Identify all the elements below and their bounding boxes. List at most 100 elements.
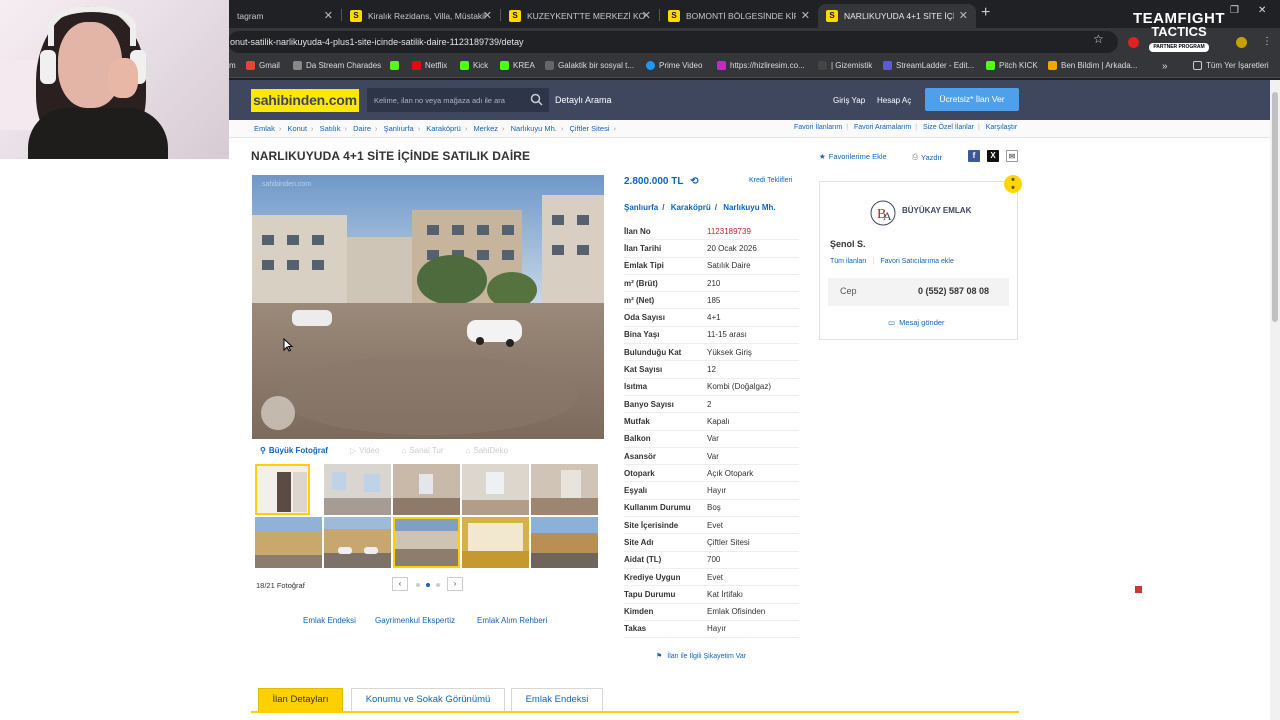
netflix-icon (412, 61, 421, 70)
tab-listing-details[interactable]: İlan Detayları (258, 688, 343, 712)
breadcrumb-item[interactable]: Daire (353, 124, 371, 133)
site-logo[interactable]: sahibinden.com (251, 89, 359, 112)
send-message-button[interactable]: ▭ Mesaj gönder (888, 318, 945, 327)
bookmark-item[interactable]: Da Stream Charades (293, 61, 381, 70)
thumbnail[interactable] (462, 464, 529, 515)
bookmark-item[interactable]: Kick (460, 61, 488, 70)
all-listings-link[interactable]: Tüm ilanları (830, 258, 867, 265)
thumbnail-selected[interactable] (393, 517, 460, 568)
bookmark-item[interactable]: Prime Video (646, 61, 702, 70)
page-scrollbar[interactable] (1270, 80, 1280, 720)
email-share-icon[interactable]: ✉ (1006, 150, 1018, 162)
thumbnail[interactable] (393, 464, 460, 515)
close-icon[interactable]: ✕ (324, 9, 333, 22)
report-listing-link[interactable]: ⚑ İlan ile İlgili Şikayetim Var (656, 652, 746, 660)
browser-tab[interactable]: S Kiralık Rezidans, Villa, Müstakil ✕ (342, 4, 500, 28)
add-favorite-button[interactable]: ★ Favorilerime Ekle (819, 152, 887, 161)
browser-tab-active[interactable]: S NARLIKUYUDA 4+1 SİTE İÇİNDE ✕ (818, 4, 976, 28)
bookmark-item[interactable]: StreamLadder - Edit... (883, 61, 974, 70)
login-link[interactable]: Giriş Yap (833, 96, 865, 105)
detail-value: Var (707, 434, 719, 444)
tab-real-estate-index[interactable]: Emlak Endeksi (511, 688, 603, 712)
location-city[interactable]: Şanlıurfa (624, 203, 658, 212)
bookmark-star-icon[interactable]: ☆ (1093, 32, 1104, 46)
main-photo[interactable]: sahibinden.com (252, 175, 604, 439)
pager-dot-active[interactable] (426, 583, 430, 587)
thumbnail[interactable] (324, 464, 391, 515)
favorite-seller-link[interactable]: Favori Satıcılarıma ekle (880, 258, 954, 265)
prev-photo-button[interactable]: ‹ (392, 577, 408, 591)
more-bookmarks-button[interactable]: » (1162, 61, 1168, 72)
bookmark-item[interactable]: KREA (500, 61, 535, 70)
breadcrumb-item[interactable]: Şanlıurfa (384, 124, 414, 133)
seller-logo-icon[interactable]: BA (870, 200, 896, 226)
close-icon[interactable]: ✕ (801, 9, 810, 22)
thumbnail[interactable] (462, 517, 529, 568)
seller-company-name[interactable]: BÜYÜKAY EMLAK (902, 206, 971, 215)
favorite-searches-link[interactable]: Favori Aramalarım (854, 124, 911, 131)
search-input[interactable] (367, 88, 517, 112)
browser-tab[interactable]: S KUZEYKENT'TE MERKEZİ KONUT ✕ (501, 4, 659, 28)
detailed-search-link[interactable]: Detaylı Arama (555, 95, 612, 105)
close-icon[interactable]: ✕ (642, 9, 651, 22)
breadcrumb-item[interactable]: Merkez (473, 124, 498, 133)
x-share-icon[interactable]: X (987, 150, 999, 162)
next-photo-button[interactable]: › (447, 577, 463, 591)
large-photo-button[interactable]: ⚲ Büyük Fotoğraf (260, 446, 328, 455)
compare-link[interactable]: Karşılaştır (986, 124, 1018, 131)
url-field[interactable]: onut-satilik-narlikuyuda-4-plus1-site-ic… (228, 31, 1118, 53)
bookmark-item[interactable]: Netflix (412, 61, 447, 70)
favorite-listings-link[interactable]: Favori İlanlarım (794, 124, 842, 131)
breadcrumb-item[interactable]: Çiftler Sitesi (569, 124, 609, 133)
bookmark-item[interactable]: | Gizemistik (818, 61, 872, 70)
tour-icon: ⌂ (401, 445, 407, 455)
scrollbar-thumb[interactable] (1272, 92, 1278, 322)
pager-dot[interactable] (436, 583, 440, 587)
signup-link[interactable]: Hesap Aç (877, 96, 911, 105)
breadcrumb-item[interactable]: Narlıkuyu Mh. (511, 124, 557, 133)
buying-guide-link[interactable]: Emlak Alım Rehberi (477, 616, 547, 625)
browser-tab[interactable]: tagram ✕ (229, 4, 341, 28)
search-icon[interactable] (530, 93, 543, 106)
appraisal-link[interactable]: Gayrimenkul Ekspertiz (375, 616, 455, 625)
all-bookmarks-button[interactable]: Tüm Yer İşaretleri (1193, 61, 1269, 70)
thumbnail[interactable] (531, 517, 598, 568)
close-window-icon[interactable]: ✕ (1258, 5, 1266, 16)
location-district[interactable]: Karaköprü (671, 203, 711, 212)
credit-offers-link[interactable]: Kredi Teklifleri (749, 177, 792, 184)
bookmark-item[interactable]: Pitch KICK (986, 61, 1038, 70)
breadcrumb-item[interactable]: Emlak (254, 124, 275, 133)
close-icon[interactable]: ✕ (959, 9, 968, 22)
price-history-icon[interactable]: ⟲ (690, 176, 698, 187)
thumbnail[interactable] (324, 517, 391, 568)
bookmark-item[interactable] (390, 61, 403, 70)
breadcrumb-item[interactable]: Konut (287, 124, 307, 133)
thumbnail[interactable] (255, 464, 310, 515)
new-tab-icon[interactable]: + (981, 4, 990, 22)
facebook-share-icon[interactable]: f (968, 150, 980, 162)
bookmark-item[interactable]: https://hizliresim.co... (717, 61, 805, 70)
bookmark-item[interactable]: m (229, 61, 236, 70)
detail-value: 11-15 arası (707, 330, 747, 340)
close-icon[interactable]: ✕ (483, 9, 492, 22)
detail-row: İlan Tarihi 20 Ocak 2026 (624, 240, 799, 258)
breadcrumb-item[interactable]: Satılık (320, 124, 341, 133)
breadcrumb-item[interactable]: Karaköprü (426, 124, 461, 133)
phone-number[interactable]: 0 (552) 587 08 08 (918, 286, 989, 296)
thumbnail[interactable] (255, 517, 322, 568)
bookmark-item[interactable]: Gmail (246, 61, 280, 70)
location-neighborhood[interactable]: Narlıkuyu Mh. (723, 203, 775, 212)
print-button[interactable]: ⎙ Yazdır (912, 152, 942, 162)
browser-tab[interactable]: S BOMONTİ BÖLGESİNDE KİRALIK ✕ (660, 4, 818, 28)
thumbnail[interactable] (531, 464, 598, 515)
profile-avatar-icon[interactable] (1236, 37, 1247, 48)
bookmark-item[interactable]: Galaktik bir sosyal t... (545, 61, 634, 70)
menu-kebab-icon[interactable]: ⋮ (1262, 36, 1272, 47)
tab-location-street-view[interactable]: Konumu ve Sokak Görünümü (351, 688, 505, 712)
maximize-icon[interactable]: ❐ (1230, 5, 1239, 16)
bookmark-item[interactable]: Ben Bildim | Arkada... (1048, 61, 1137, 70)
post-ad-button[interactable]: Ücretsiz* İlan Ver (925, 88, 1019, 111)
real-estate-index-link[interactable]: Emlak Endeksi (303, 616, 356, 625)
pager-dot[interactable] (416, 583, 420, 587)
special-listings-link[interactable]: Size Özel İlanlar (923, 124, 974, 131)
